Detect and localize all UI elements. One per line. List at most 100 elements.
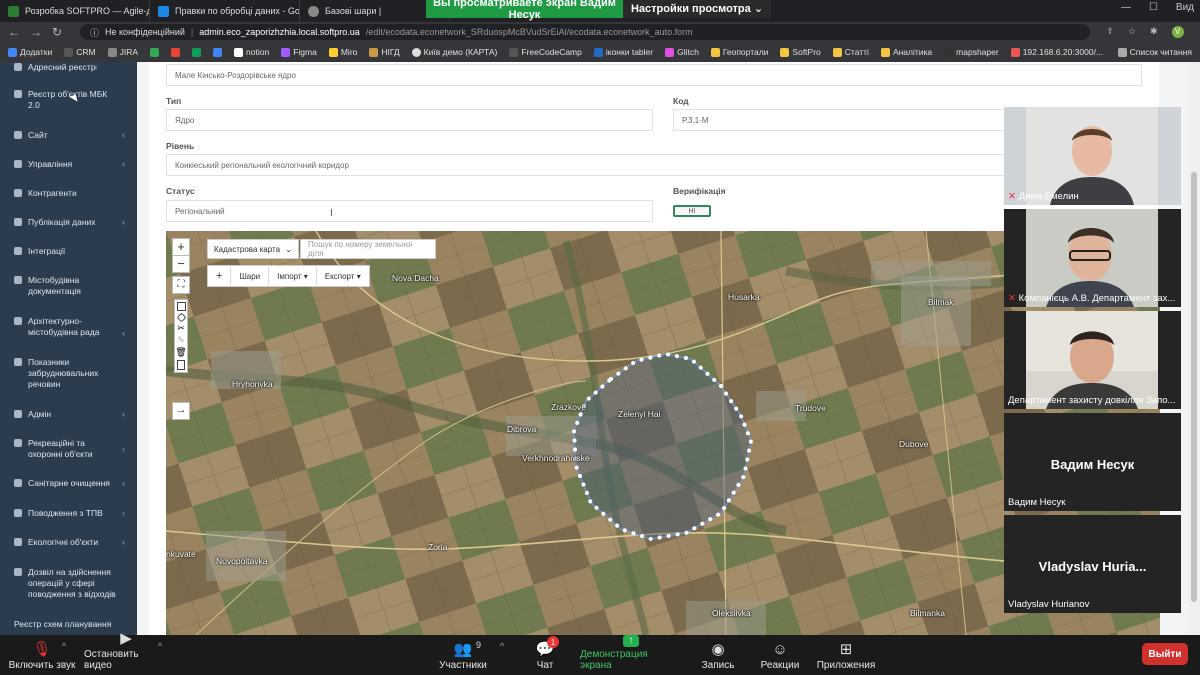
sidebar-item-solid-waste[interactable]: Поводження з ТПВ ‹: [0, 508, 137, 519]
sidebar-item-eco-objects[interactable]: Екологічні об'єкти ‹: [0, 537, 137, 548]
participant-video[interactable]: ✕ Дима Емелин: [1004, 107, 1181, 205]
sidebar-item-arch-council[interactable]: Архітектурно-містобудівна рада ‹: [0, 316, 137, 338]
share-screen-button[interactable]: ↑ Демонстрация экрана: [580, 635, 682, 675]
bookmark-item[interactable]: НІГД: [369, 47, 400, 57]
rectangle-icon[interactable]: [176, 302, 186, 311]
layers-button[interactable]: Шари: [231, 265, 270, 287]
upload-icon: [14, 218, 22, 226]
participant-video[interactable]: Vladyslav Huria... Vladyslav Hurianov: [1004, 515, 1181, 613]
zoom-out-button[interactable]: −: [172, 255, 190, 273]
sidebar-item-management[interactable]: Управління ‹: [0, 159, 137, 170]
apps-button[interactable]: ⊞ Приложения: [816, 635, 876, 675]
minimize-icon[interactable]: —: [1121, 2, 1131, 13]
record-button[interactable]: ◉ Запись: [700, 635, 736, 675]
edit-icon[interactable]: ✎: [177, 336, 185, 345]
bookmark-item[interactable]: notion: [234, 47, 269, 57]
map-place-label: Husarka: [728, 292, 760, 302]
bookmark-item[interactable]: [192, 47, 202, 57]
forward-icon[interactable]: →: [30, 25, 42, 39]
chevron-up-icon[interactable]: ^: [500, 641, 504, 651]
extension-icon[interactable]: ✱: [1150, 26, 1158, 38]
sidebar-item-site[interactable]: Сайт ‹: [0, 130, 137, 141]
status-field[interactable]: Регіональний: [166, 200, 653, 222]
unmute-button[interactable]: 🎙 Включить звук: [6, 635, 78, 675]
zoom-in-button[interactable]: +: [172, 238, 190, 256]
chevron-up-icon[interactable]: ^: [62, 641, 66, 651]
bookmark-item[interactable]: Додатки: [8, 47, 52, 57]
bookmark-item[interactable]: JIRA: [107, 47, 138, 57]
bookmark-item[interactable]: [171, 47, 181, 57]
level-field[interactable]: Конкіеський регіональний екологічний кор…: [166, 154, 1142, 176]
parcel-search-input[interactable]: Пошук по номеру земельної діля: [300, 239, 436, 259]
url-path: /edit/ecodata.econetwork_SRduospMcBVudSr…: [365, 27, 693, 37]
map-place-label: Hryhorivka: [232, 379, 273, 389]
layer-select[interactable]: Кадастрова карта ⌄: [207, 239, 299, 259]
sidebar-item-planning-schemes[interactable]: Реєстр схем планування: [0, 619, 137, 630]
bookmark-item[interactable]: Glitch: [665, 47, 699, 57]
sidebar-item-contractors[interactable]: Контрагенти: [0, 188, 137, 199]
tree-icon: [14, 439, 22, 447]
local-server-icon: [1010, 47, 1020, 57]
bookmark-item[interactable]: FreeCodeCamp: [509, 47, 582, 57]
maximize-icon[interactable]: ☐: [1149, 2, 1158, 13]
sidebar-item-integrations[interactable]: Інтеграції: [0, 246, 137, 257]
sidebar-item-urban-docs[interactable]: Містобудівна документація: [0, 275, 137, 297]
cut-icon[interactable]: ✂: [177, 324, 185, 333]
star-icon[interactable]: ☆: [1128, 26, 1136, 38]
bookmark-item[interactable]: [150, 47, 160, 57]
sidebar-item-data-publication[interactable]: Публікація даних ‹: [0, 217, 137, 228]
maps-icon: [150, 47, 160, 57]
avatar[interactable]: V: [1171, 26, 1184, 38]
stop-video-button[interactable]: ▶ Остановить видео: [84, 630, 168, 675]
page-scrollbar[interactable]: [1188, 62, 1200, 635]
participant-video[interactable]: ✕ Компанієць А.В. Департамент зах...: [1004, 209, 1181, 307]
bookmark-item[interactable]: Figma: [281, 47, 317, 57]
bookmark-folder[interactable]: Геопортали: [710, 47, 768, 57]
bookmark-folder[interactable]: Статті: [832, 47, 869, 57]
participant-video[interactable]: Вадим Несук Вадим Несук: [1004, 413, 1181, 511]
share-icon[interactable]: ⇪: [1106, 26, 1114, 38]
import-button[interactable]: Імпорт ▾: [269, 265, 317, 287]
bookmark-folder[interactable]: Аналітика: [880, 47, 932, 57]
sidebar-item-sanitation[interactable]: Санітарне очищення ‹: [0, 478, 137, 489]
sidebar-item-waste-permits[interactable]: Дозвіл на здійснення операцій у сфері по…: [0, 567, 137, 600]
sidebar-item-recreation[interactable]: Рекреаційні та охоронні об'єкти ‹: [0, 438, 137, 460]
view-settings-button[interactable]: Настройки просмотра ⌄: [623, 0, 771, 18]
sidebar-item-admin[interactable]: Адмін ‹: [0, 409, 137, 420]
browser-tab[interactable]: Розробка SOFTPRO — Agile-до×: [0, 0, 150, 22]
sidebar-item-mbk-registry[interactable]: Реєстр об'єктів МБК 2.0: [0, 89, 137, 111]
leave-button[interactable]: Выйти: [1142, 643, 1188, 665]
bookmark-item[interactable]: CRM: [64, 47, 96, 57]
reload-icon[interactable]: ↻: [52, 25, 62, 39]
export-button[interactable]: Експорт ▾: [317, 265, 369, 287]
document-icon[interactable]: [177, 360, 185, 370]
reactions-button[interactable]: ☺ Реакции: [760, 635, 800, 675]
chevron-up-icon[interactable]: ^: [158, 641, 162, 651]
bookmark-item[interactable]: mapshaper: [944, 47, 999, 57]
participant-video[interactable]: Департамент захисту довкілля Запо...: [1004, 311, 1181, 409]
bookmark-folder[interactable]: SoftPro: [780, 47, 821, 57]
url-field[interactable]: ⓘ Не конфіденційний | admin.eco_zaporizh…: [80, 24, 1090, 40]
sidebar-item-pollutants[interactable]: Показники забруднювальних речовин: [0, 357, 137, 390]
apps-icon: [8, 47, 17, 57]
add-button[interactable]: +: [208, 265, 232, 287]
back-icon[interactable]: ←: [8, 25, 20, 39]
bookmark-item[interactable]: іконки tabler: [593, 47, 653, 57]
trash-icon[interactable]: 🗑: [175, 348, 186, 357]
bookmark-item[interactable]: [213, 47, 223, 57]
reading-list[interactable]: Список читання: [1117, 47, 1200, 57]
browser-tab[interactable]: Правки по обробці даних - Go×: [150, 0, 300, 22]
type-field[interactable]: Ядро: [166, 109, 653, 131]
polygon-icon[interactable]: [176, 312, 186, 323]
view-button[interactable]: Вид: [1176, 2, 1194, 13]
fullscreen-button[interactable]: ⛶: [172, 276, 190, 294]
scrollbar-thumb[interactable]: [1191, 172, 1197, 602]
arrow-right-icon[interactable]: →: [172, 402, 190, 420]
name-field[interactable]: Мале Кінсько-Роздорівське ядро: [166, 64, 1142, 86]
bookmark-item[interactable]: Київ демо (КАРТА): [411, 47, 497, 57]
participants-button[interactable]: 👥 Участники: [436, 635, 490, 675]
verification-toggle[interactable]: НІ: [673, 205, 711, 217]
bookmark-item[interactable]: 192.168.6.20:3000/...: [1010, 47, 1103, 57]
sidebar-item-address-registry[interactable]: Адресний реєстр ‹: [0, 62, 110, 73]
bookmark-item[interactable]: Miro: [328, 47, 357, 57]
